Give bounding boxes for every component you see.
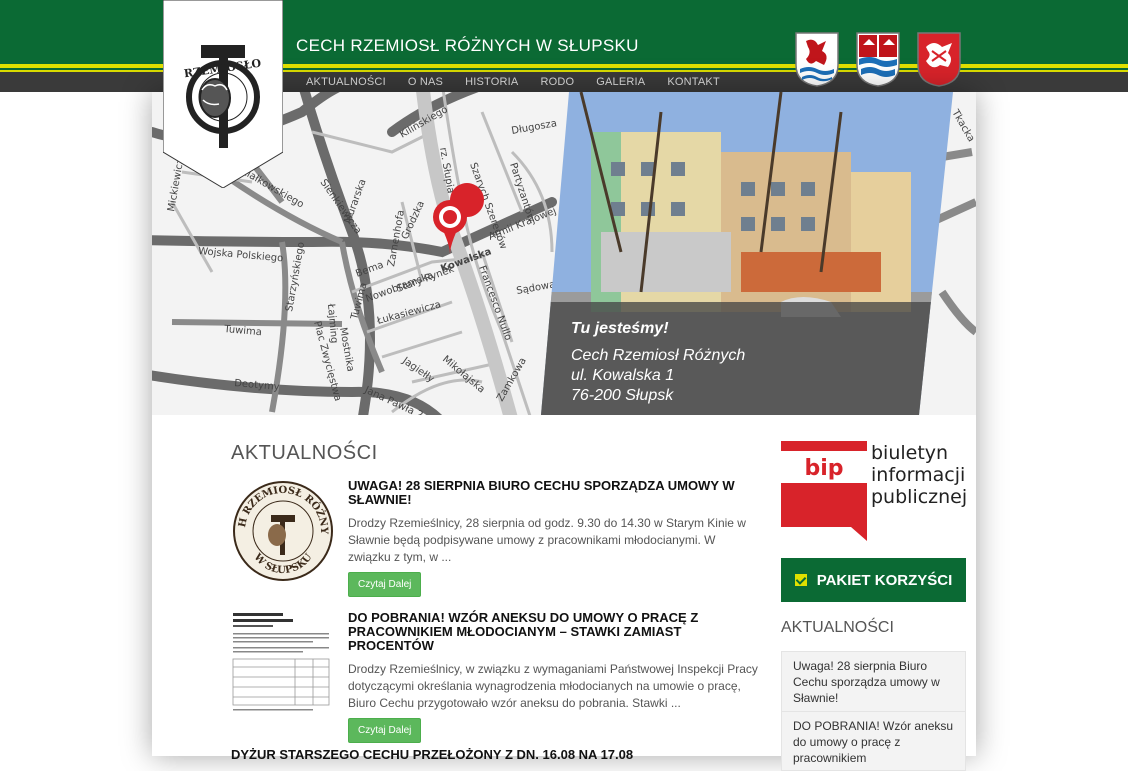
sidebar-news-title: AKTUALNOŚCI bbox=[781, 619, 894, 636]
caption-line: 76-200 Słupsk bbox=[571, 387, 674, 404]
checkbox-icon bbox=[794, 574, 807, 586]
caption-line: ul. Kowalska 1 bbox=[571, 367, 675, 384]
nav-item-historia[interactable]: HISTORIA bbox=[465, 76, 518, 88]
main-nav: AKTUALNOŚCI O NAS HISTORIA RODO GALERIA … bbox=[296, 72, 742, 92]
site-title[interactable]: CECH RZEMIOSŁ RÓŻNYCH W SŁUPSKU bbox=[296, 36, 639, 56]
svg-text:publicznej: publicznej bbox=[871, 486, 966, 508]
nav-item-rodo[interactable]: RODO bbox=[540, 76, 574, 88]
caption-tag: Tu jesteśmy! bbox=[571, 320, 669, 337]
news-section-title: AKTUALNOŚCI bbox=[231, 442, 378, 464]
news-article: DYŻUR STARSZEGO CECHU PRZEŁOŻONY Z DN. 1… bbox=[231, 747, 761, 762]
location-caption: Tu jesteśmy! Cech Rzemiosł Różnych ul. K… bbox=[571, 320, 745, 406]
news-article: CECH RZEMIOSŁ RÓŻNYCH W SŁUPSKU UWAGA! 2… bbox=[231, 479, 761, 611]
bip-banner[interactable]: bip biuletyn informacji publicznej bbox=[781, 441, 967, 541]
article-excerpt: Drodzy Rzemieślnicy, w związku z wymagan… bbox=[348, 662, 758, 710]
crest-slupsk-icon[interactable] bbox=[916, 31, 962, 87]
article-thumbnail[interactable]: CECH RZEMIOSŁ RÓŻNYCH W SŁUPSKU bbox=[231, 479, 335, 583]
svg-text:biuletyn: biuletyn bbox=[871, 442, 948, 464]
benefits-package-label: PAKIET KORZYŚCI bbox=[816, 571, 953, 589]
content-wrapper: Kilińskiego rz. Słupia Długosza Szarych … bbox=[152, 92, 976, 771]
article-title[interactable]: DYŻUR STARSZEGO CECHU PRZEŁOŻONY Z DN. 1… bbox=[231, 747, 761, 762]
read-more-button[interactable]: Czytaj Dalej bbox=[348, 572, 422, 597]
nav-item-galeria[interactable]: GALERIA bbox=[596, 76, 645, 88]
article-thumbnail[interactable] bbox=[231, 611, 335, 715]
sidebar: bip biuletyn informacji publicznej PAKIE… bbox=[781, 441, 967, 771]
article-excerpt: Drodzy Rzemieślnicy, 28 sierpnia od godz… bbox=[348, 516, 746, 564]
news-article: DO POBRANIA! WZÓR ANEKSU DO UMOWY O PRAC… bbox=[231, 611, 761, 747]
nav-item-o-nas[interactable]: O NAS bbox=[408, 76, 443, 88]
sidebar-news-item[interactable]: DO POBRANIA! Wzór aneksu do umowy o prac… bbox=[781, 711, 966, 771]
article-title[interactable]: DO POBRANIA! WZÓR ANEKSU DO UMOWY O PRAC… bbox=[348, 611, 761, 653]
nav-item-aktualnosci[interactable]: AKTUALNOŚCI bbox=[306, 76, 386, 88]
bip-logo-text: bip bbox=[804, 456, 843, 481]
svg-text:informacji: informacji bbox=[871, 464, 965, 486]
nav-item-kontakt[interactable]: KONTAKT bbox=[667, 76, 720, 88]
read-more-button[interactable]: Czytaj Dalej bbox=[348, 718, 422, 743]
caption-line: Cech Rzemiosł Różnych bbox=[571, 347, 746, 364]
article-title[interactable]: UWAGA! 28 SIERPNIA BIURO CECHU SPORZĄDZA… bbox=[348, 479, 761, 507]
benefits-package-button[interactable]: PAKIET KORZYŚCI bbox=[781, 558, 966, 602]
sidebar-news-item[interactable]: Uwaga! 28 sierpnia Biuro Cechu sporządza… bbox=[781, 651, 966, 713]
crest-castle-icon[interactable] bbox=[855, 31, 901, 87]
crest-griffin-icon[interactable] bbox=[794, 31, 840, 87]
news-section: AKTUALNOŚCI CECH RZEMIOSŁ RÓŻNYCH W SŁUP… bbox=[231, 442, 761, 762]
guild-logo[interactable]: RZEMIOSŁO bbox=[163, 0, 283, 188]
